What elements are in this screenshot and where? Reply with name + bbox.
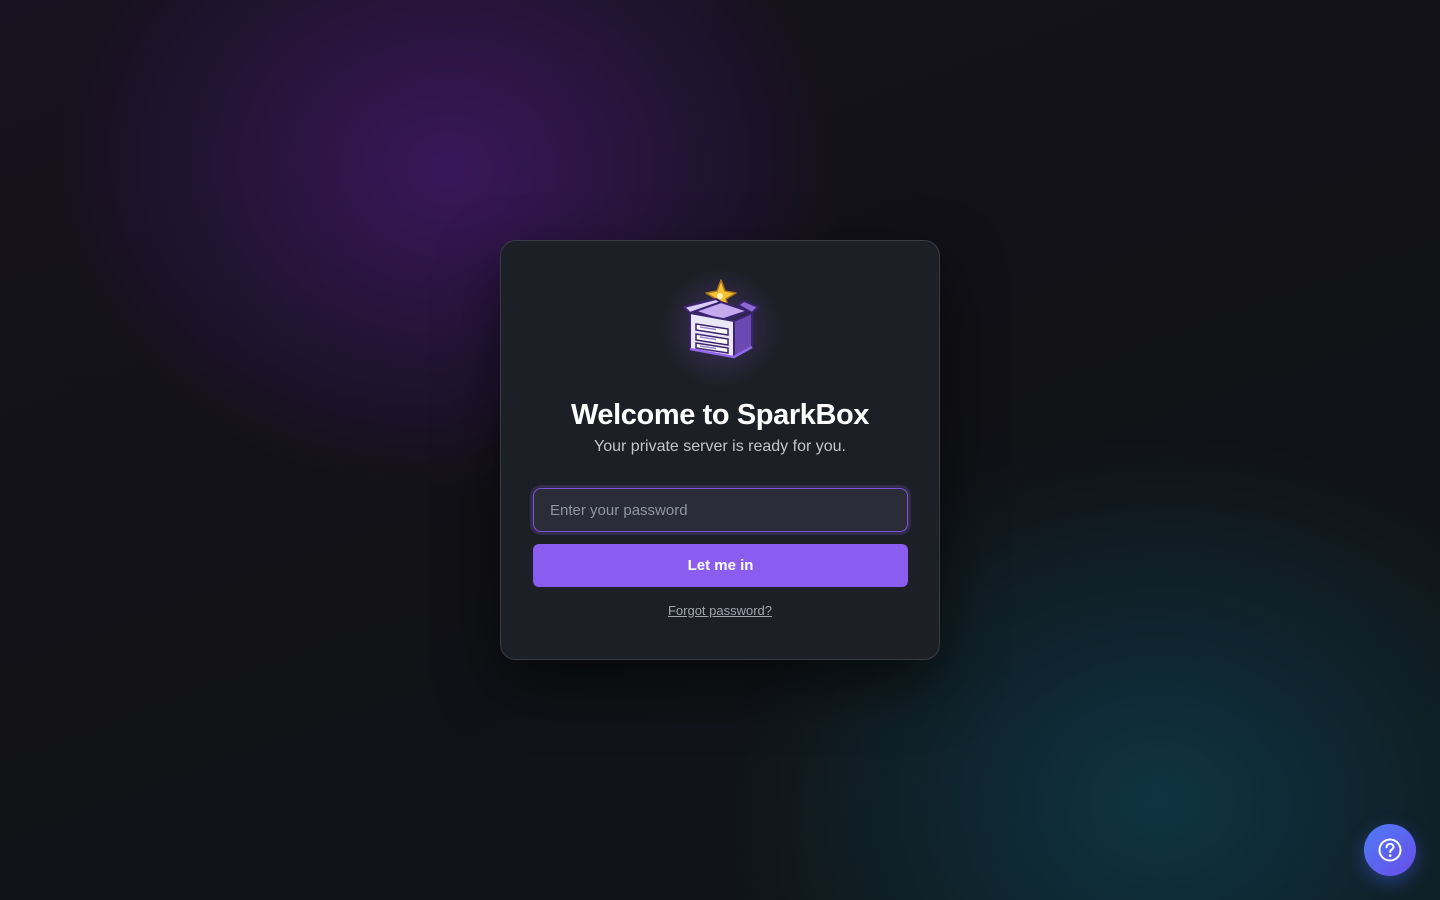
sparkbox-logo-icon (656, 263, 786, 393)
let-me-in-button[interactable]: Let me in (533, 544, 908, 587)
password-input[interactable] (533, 488, 908, 532)
question-circle-icon (1378, 838, 1402, 862)
page-title: Welcome to SparkBox (570, 399, 870, 431)
server-box-icon (683, 279, 759, 359)
forgot-password-link[interactable]: Forgot password? (501, 603, 939, 618)
page-subtitle: Your private server is ready for you. (594, 438, 846, 455)
help-button[interactable] (1364, 824, 1416, 876)
login-card: Welcome to SparkBox Your private server … (500, 240, 940, 660)
